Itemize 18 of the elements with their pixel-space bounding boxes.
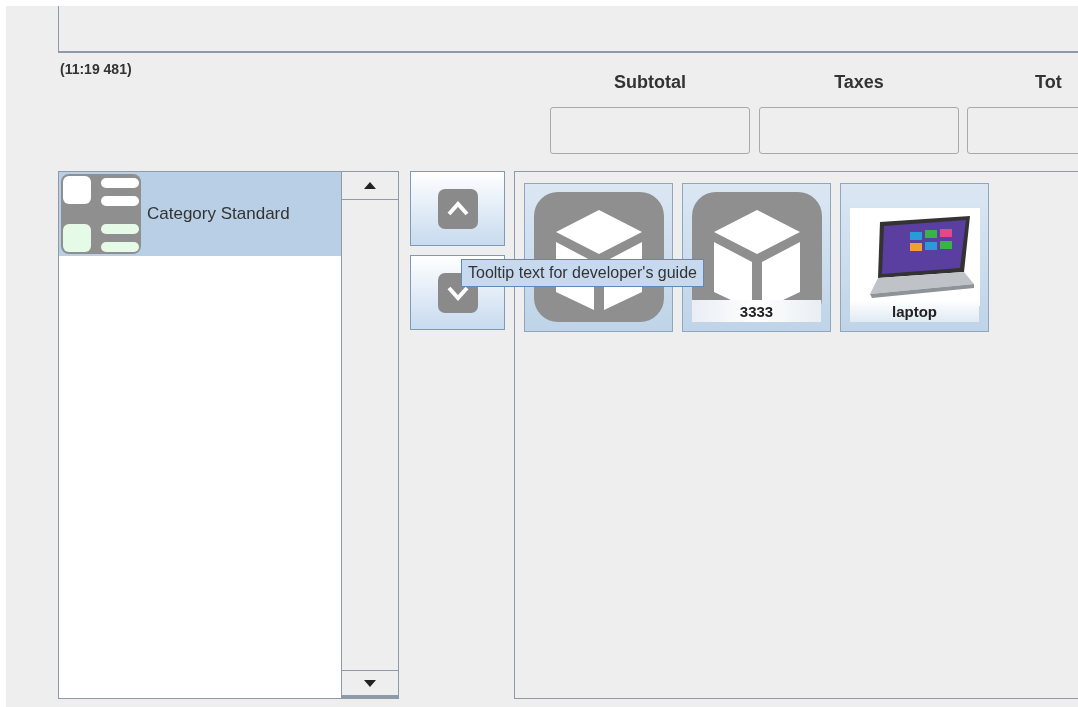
triangle-up-icon — [364, 182, 376, 189]
caret-up-icon — [437, 188, 478, 229]
tooltip: Tooltip text for developer's guide — [461, 259, 704, 287]
category-item[interactable]: Category Standard — [59, 172, 341, 256]
product-button[interactable]: laptop — [840, 183, 989, 332]
scroll-down-button[interactable] — [342, 670, 398, 698]
total-label: Tot — [1035, 72, 1062, 94]
scrollbar[interactable] — [341, 171, 399, 699]
total-field[interactable] — [550, 107, 750, 154]
total-label: Taxes — [834, 72, 884, 94]
total-label: Subtotal — [614, 72, 686, 94]
category-icon — [61, 174, 141, 254]
ticket-time: (11:19 481) — [60, 61, 132, 77]
category-label: Category Standard — [147, 204, 290, 224]
text-area[interactable] — [58, 6, 1078, 53]
total-field[interactable] — [759, 107, 959, 154]
move-up-button[interactable] — [410, 171, 505, 246]
triangle-down-icon — [364, 679, 376, 687]
